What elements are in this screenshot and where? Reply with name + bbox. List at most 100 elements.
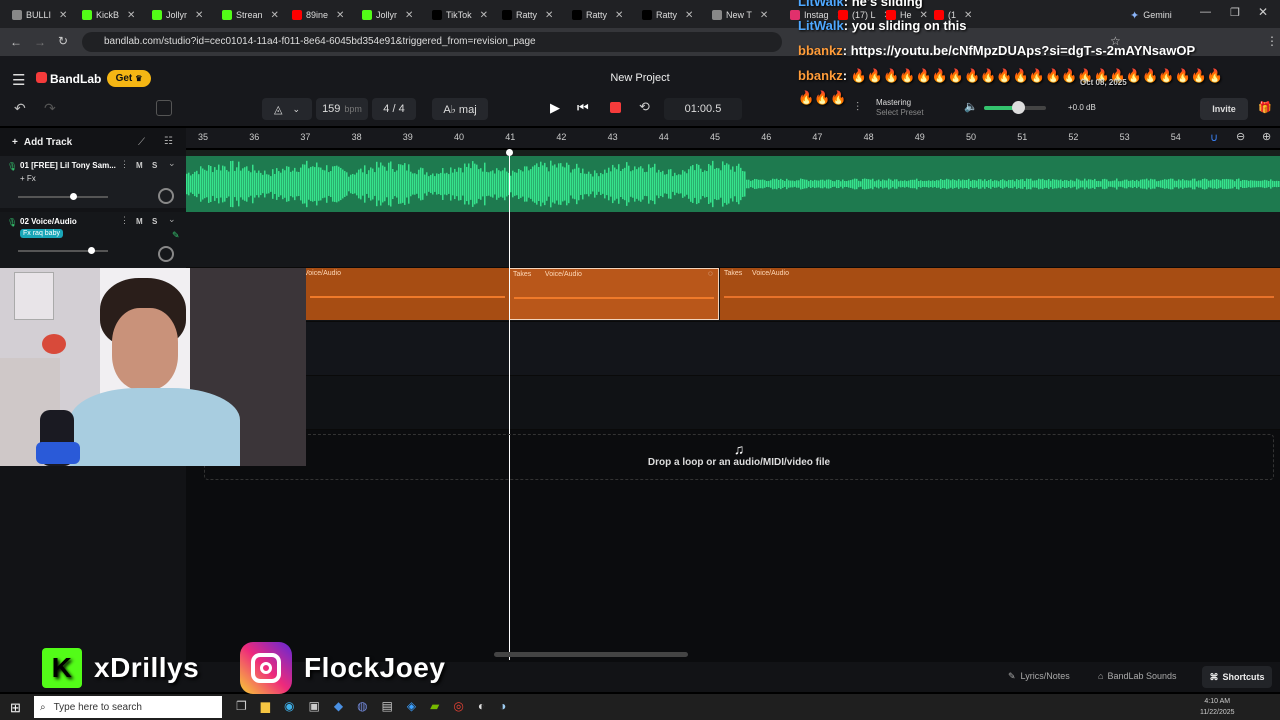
browser-tab[interactable]: Ratty ✕ xyxy=(502,4,553,26)
timeline-ruler[interactable]: 35 36 37 38 39 40 41 42 43 44 45 46 47 48 49 50 51 52 53 54… xyxy=(186,128,1280,148)
play-icon[interactable]: ▶ xyxy=(550,100,560,116)
chevron-down-icon[interactable]: ⌄ xyxy=(168,158,176,169)
chrome-icon[interactable]: ◎ xyxy=(453,699,463,713)
track-volume-slider[interactable] xyxy=(18,247,108,254)
track-name[interactable]: 01 [FREE] Lil Tony Sam... xyxy=(20,161,118,170)
add-track-button[interactable]: + Add Track xyxy=(12,137,72,148)
mixer-icon[interactable]: ☷ xyxy=(164,136,173,147)
solo-button[interactable]: S xyxy=(152,161,157,170)
zoom-in-icon[interactable]: ⊕ xyxy=(1262,130,1271,143)
record-icon[interactable] xyxy=(610,102,621,113)
discord-icon[interactable]: ◍ xyxy=(357,699,367,713)
lyrics-notes-button[interactable]: ✎ Lyrics/Notes xyxy=(1008,671,1070,682)
zoom-out-icon[interactable]: ⊖ xyxy=(1236,130,1245,143)
browser-tab[interactable]: Strean ✕ xyxy=(222,4,279,26)
loop-icon[interactable]: ⟲ xyxy=(639,99,650,115)
browser-tab[interactable]: Ratty ✕ xyxy=(572,4,623,26)
bpm-field[interactable]: 159 bpm xyxy=(316,98,368,120)
close-tab-icon[interactable]: ✕ xyxy=(545,10,553,21)
task-view-icon[interactable]: ❐ xyxy=(236,699,247,713)
browser-tab[interactable]: Jollyr ✕ xyxy=(152,4,203,26)
nvidia-icon[interactable]: ▰ xyxy=(430,699,439,713)
edit-icon[interactable]: ✎ xyxy=(172,230,180,241)
time-signature-field[interactable]: 4 / 4 xyxy=(372,98,416,120)
close-tab-icon[interactable]: ✕ xyxy=(685,10,693,21)
windows-start-icon[interactable]: ⊞ xyxy=(10,700,21,716)
browser-tab[interactable]: KickB ✕ xyxy=(82,4,135,26)
browser-tab[interactable]: TikTok ✕ xyxy=(432,4,488,26)
loop-handle-icon[interactable]: ◌ xyxy=(708,269,713,278)
browser-tab[interactable]: Jollyr ✕ xyxy=(362,4,413,26)
app-icon[interactable]: ◈ xyxy=(407,699,416,713)
solo-button[interactable]: S xyxy=(152,217,157,226)
undo-icon[interactable]: ↶ xyxy=(14,100,26,117)
metronome-button[interactable]: ◬ ⌄ xyxy=(262,98,312,120)
mute-button[interactable]: M xyxy=(136,217,143,226)
chat-username: bbankz xyxy=(798,68,843,83)
browser-tab[interactable]: 89ine ✕ xyxy=(292,4,344,26)
track-menu-icon[interactable]: ⋮ xyxy=(120,159,129,170)
app-icon[interactable]: ◆ xyxy=(334,699,343,713)
tools-icon[interactable]: ⟋ xyxy=(138,137,145,148)
steam-icon[interactable]: ◑ xyxy=(499,699,506,713)
close-tab-icon[interactable]: ✕ xyxy=(405,10,413,21)
horizontal-scrollbar[interactable] xyxy=(494,652,688,657)
close-tab-icon[interactable]: ✕ xyxy=(615,10,623,21)
audio-region-vocal[interactable]: Voice/Audio xyxy=(304,268,509,320)
browser-tab[interactable]: BULLI ✕ xyxy=(12,4,67,26)
drop-zone[interactable]: ♫ Drop a loop or an audio/MIDI/video fil… xyxy=(204,434,1274,480)
close-tab-icon[interactable]: ✕ xyxy=(760,10,768,21)
reload-icon[interactable]: ↻ xyxy=(58,34,68,48)
tab-favicon-icon xyxy=(642,10,652,20)
fx-button[interactable]: + Fx xyxy=(20,174,36,183)
track-menu-icon[interactable]: ⋮ xyxy=(120,215,129,226)
snap-grid-icon[interactable] xyxy=(156,100,172,116)
volume-slider-knob[interactable] xyxy=(88,247,95,254)
audio-region-vocal-selected[interactable]: Takes Voice/Audio ◌ xyxy=(509,268,719,320)
magnet-snap-icon[interactable]: ∪ xyxy=(1210,131,1218,144)
skip-back-icon[interactable]: ⏮ xyxy=(577,100,589,116)
track-lanes[interactable]: Voice/Audio Takes Voice/Audio ◌ Takes Vo… xyxy=(186,150,1280,690)
redo-icon[interactable]: ↷ xyxy=(44,100,56,117)
audio-region-instrumental[interactable] xyxy=(186,156,1280,212)
file-explorer-icon[interactable]: ▆ xyxy=(261,699,270,713)
back-icon[interactable]: ← xyxy=(10,35,22,49)
bandlab-sounds-button[interactable]: ⌂ BandLab Sounds xyxy=(1098,671,1177,681)
store-icon[interactable]: ▣ xyxy=(308,699,319,713)
close-tab-icon[interactable]: ✕ xyxy=(59,10,67,21)
close-tab-icon[interactable]: ✕ xyxy=(271,10,279,21)
playhead-handle[interactable] xyxy=(506,149,513,156)
taskbar-clock[interactable]: 4:10 AM 11/22/2025 xyxy=(1200,696,1235,718)
obs-icon[interactable]: ◐ xyxy=(478,699,485,713)
volume-slider-knob[interactable] xyxy=(70,193,77,200)
lane-track-2[interactable] xyxy=(186,212,1280,268)
forward-icon[interactable]: → xyxy=(34,35,46,49)
close-tab-icon[interactable]: ✕ xyxy=(127,10,135,21)
mute-button[interactable]: M xyxy=(136,161,143,170)
pan-knob[interactable] xyxy=(158,188,174,204)
close-tab-icon[interactable]: ✕ xyxy=(336,10,344,21)
key-field[interactable]: A♭ maj xyxy=(432,98,488,120)
tab-label: KickB xyxy=(96,10,120,20)
track-name[interactable]: 02 Voice/Audio xyxy=(20,217,77,226)
edge-icon[interactable]: ◉ xyxy=(284,699,294,713)
browser-tab[interactable]: Ratty ✕ xyxy=(642,4,693,26)
close-tab-icon[interactable]: ✕ xyxy=(480,10,488,21)
pan-knob[interactable] xyxy=(158,246,174,262)
url-field[interactable]: bandlab.com/studio?id=cec01014-11a4-f011… xyxy=(82,32,782,52)
ruler-tick-label: 39 xyxy=(402,132,413,142)
taskbar-search-box[interactable]: ⌕ Type here to search xyxy=(34,696,222,718)
app-icon[interactable]: ▤ xyxy=(382,699,393,713)
fx-chip[interactable]: Fx raq baby xyxy=(20,229,63,238)
lane-empty[interactable] xyxy=(186,376,1280,430)
audio-region-vocal[interactable]: Takes Voice/Audio xyxy=(720,268,1280,320)
track-header-2[interactable]: 🎙 02 Voice/Audio ⋮ M S ⌄ Fx raq baby ✎ xyxy=(0,212,186,268)
browser-tab[interactable]: New T ✕ xyxy=(712,4,768,26)
playhead[interactable] xyxy=(506,149,513,660)
track-header-1[interactable]: 🎙 01 [FREE] Lil Tony Sam... ⋮ M S ⌄ + Fx xyxy=(0,156,186,208)
track-volume-slider[interactable] xyxy=(18,193,108,200)
chevron-down-icon[interactable]: ⌄ xyxy=(168,214,176,225)
shortcuts-button[interactable]: ⌘ Shortcuts xyxy=(1202,666,1272,688)
close-tab-icon[interactable]: ✕ xyxy=(195,10,203,21)
lane-empty[interactable] xyxy=(186,322,1280,376)
